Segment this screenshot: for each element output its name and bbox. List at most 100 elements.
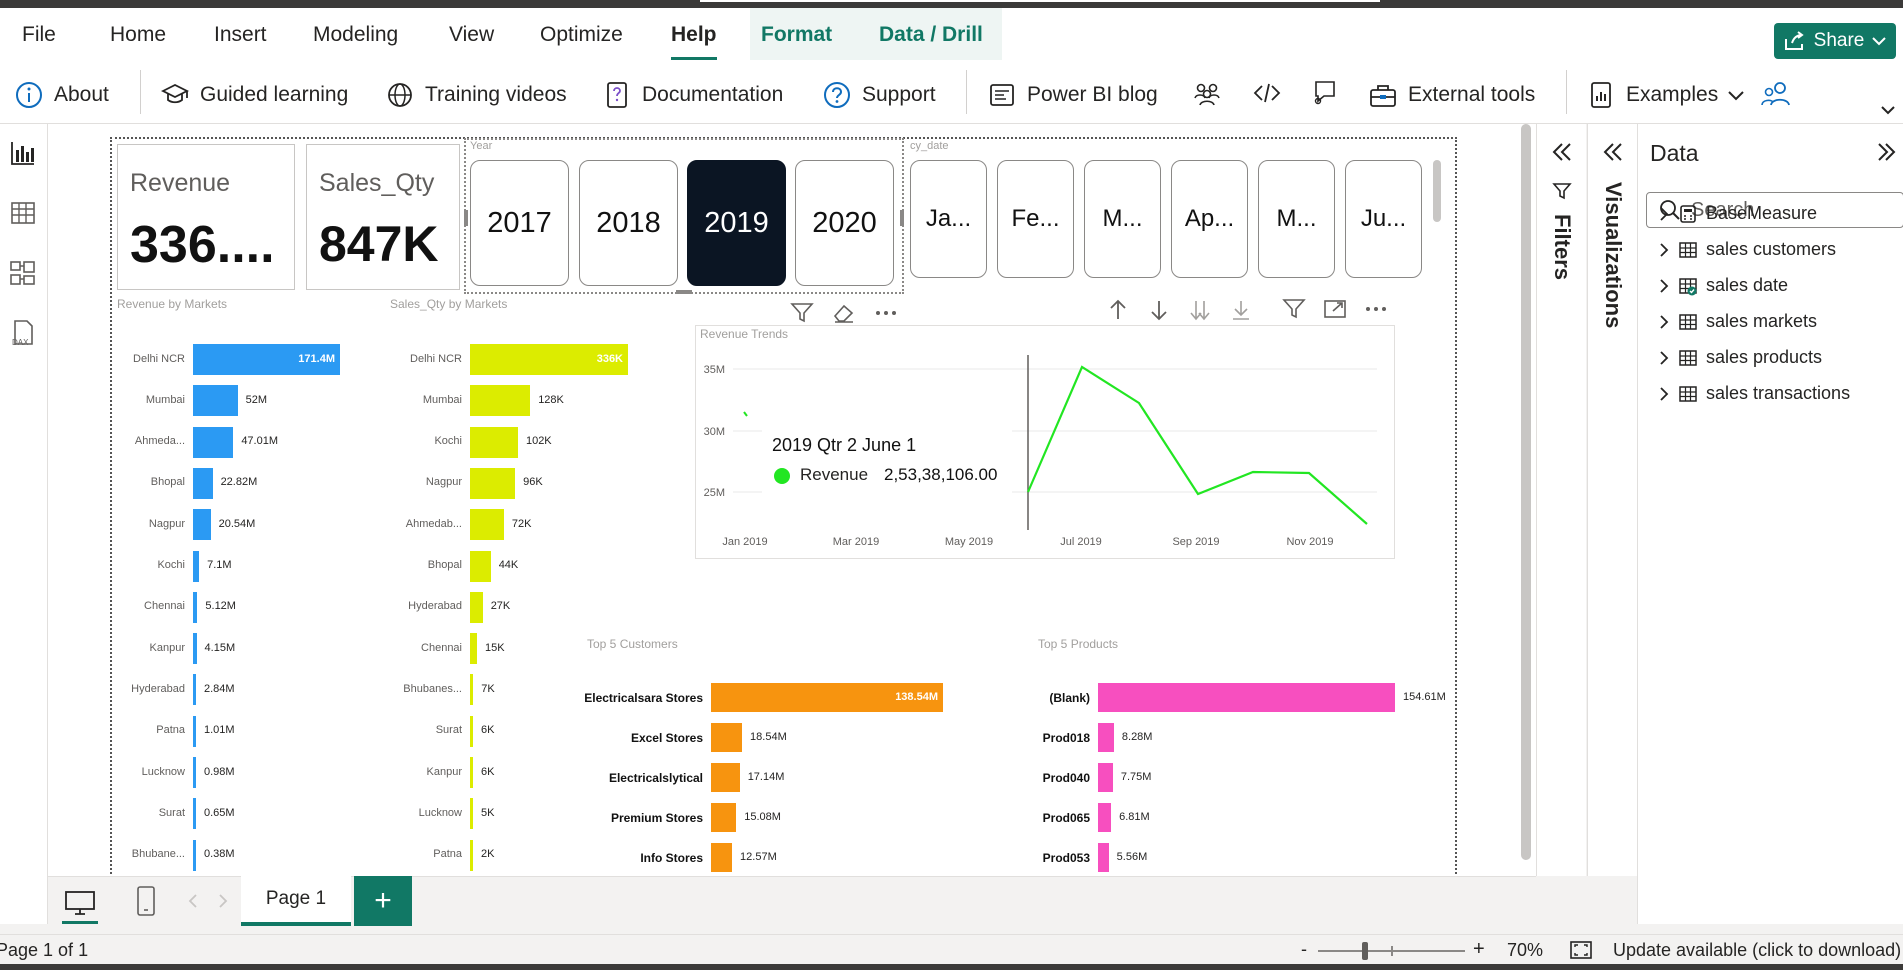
feedback-icon[interactable] [1310,78,1340,108]
menu-file[interactable]: File [22,23,56,47]
qty-market-bar[interactable] [470,467,516,499]
fit-to-page-icon[interactable] [1569,940,1593,960]
revenue-market-bar[interactable] [193,509,211,541]
model-view-icon[interactable] [8,258,38,288]
expand-pane-icon[interactable] [1550,142,1574,162]
product-bar[interactable] [1098,683,1395,712]
expand-hierarchy-icon[interactable] [1229,298,1253,322]
revenue-market-bar[interactable] [193,385,238,417]
year-2017-button[interactable]: 2017 [470,160,569,286]
qty-market-bar[interactable] [470,509,504,541]
chevron-right-icon[interactable] [1658,386,1670,402]
share-button[interactable]: Share [1774,23,1896,59]
zoom-in-button[interactable]: + [1473,938,1485,961]
add-page-button[interactable]: + [354,876,412,926]
qty-market-bar[interactable] [470,633,478,665]
year-2019-button[interactable]: 2019 [687,160,786,286]
qty-market-bar[interactable] [470,550,491,582]
month-button[interactable]: Ju... [1345,160,1422,278]
code-icon[interactable] [1252,78,1282,108]
qty-market-bar[interactable] [470,715,473,747]
menu-optimize[interactable]: Optimize [540,23,623,47]
chevron-right-icon[interactable] [1658,206,1670,222]
drill-down-icon[interactable] [1147,298,1171,322]
qty-market-bar[interactable] [470,591,483,623]
qty-market-bar[interactable] [470,798,473,830]
mobile-layout-icon[interactable] [136,885,156,917]
year-2018-button[interactable]: 2018 [579,160,678,286]
revenue-market-bar[interactable] [193,426,234,458]
zoom-out-button[interactable]: - [1301,939,1307,960]
month-button[interactable]: Ja... [910,160,987,278]
month-slicer-scrollbar[interactable] [1433,160,1441,222]
customer-bar[interactable] [711,803,737,832]
chevron-right-icon[interactable] [1658,278,1670,294]
revenue-market-bar[interactable] [193,467,213,499]
power-bi-blog-button[interactable]: Power BI blog [987,80,1158,110]
filter-icon[interactable] [790,302,814,324]
people-icon[interactable] [1760,78,1792,108]
menu-help[interactable]: Help [671,23,717,60]
revenue-market-bar[interactable] [193,798,196,830]
menu-modeling[interactable]: Modeling [313,23,398,47]
update-notice[interactable]: Update available (click to download) [1613,940,1901,961]
product-bar[interactable] [1098,763,1113,792]
collapse-pane-icon[interactable] [1875,142,1897,162]
training-videos-button[interactable]: Training videos [385,80,567,110]
menu-insert[interactable]: Insert [214,23,267,47]
product-bar[interactable] [1098,803,1112,832]
expand-all-down-icon[interactable] [1188,298,1212,322]
data-table-item[interactable]: sales products [1658,347,1822,368]
data-table-item[interactable]: sales customers [1658,239,1836,260]
resize-handle[interactable] [900,210,904,226]
zoom-slider-thumb[interactable] [1362,942,1368,960]
qty-market-bar[interactable] [470,757,473,788]
revenue-market-bar[interactable] [193,674,196,706]
eraser-icon[interactable] [832,302,856,324]
menu-data-drill[interactable]: Data / Drill [879,23,983,47]
filter-icon[interactable] [1282,298,1306,320]
qty-market-bar[interactable] [470,385,531,417]
qty-market-bar[interactable] [470,839,473,871]
report-view-icon[interactable] [8,138,38,168]
drill-up-icon[interactable] [1106,298,1130,322]
canvas-scrollbar[interactable] [1521,124,1531,862]
revenue-market-bar[interactable] [193,550,200,582]
chevron-right-icon[interactable] [1658,242,1670,258]
scrollbar-thumb[interactable] [1521,124,1531,860]
page-tab-1[interactable]: Page 1 [241,876,351,926]
desktop-layout-icon[interactable] [64,889,96,917]
documentation-button[interactable]: Documentation [602,80,783,110]
qty-market-bar[interactable] [470,674,474,706]
data-table-item[interactable]: sales markets [1658,311,1817,332]
sales-qty-card[interactable]: Sales_Qty 847K [306,144,460,290]
community-icon[interactable] [1192,78,1222,108]
chevron-right-icon[interactable] [1658,350,1670,366]
product-bar[interactable] [1098,843,1109,872]
revenue-market-bar[interactable] [193,591,198,623]
more-options-icon[interactable] [874,308,898,318]
customer-bar[interactable] [711,723,743,752]
product-bar[interactable] [1098,723,1114,752]
qty-market-bar[interactable] [470,426,518,458]
menu-view[interactable]: View [449,23,494,47]
about-button[interactable]: About [14,80,109,110]
chevron-right-icon[interactable] [1658,314,1670,330]
data-table-item[interactable]: sales transactions [1658,383,1850,404]
dax-query-view-icon[interactable]: DAX [8,318,38,348]
customer-bar[interactable] [711,843,733,872]
month-button[interactable]: Fe... [997,160,1074,278]
customer-bar[interactable] [711,763,740,792]
focus-mode-icon[interactable] [1323,298,1347,320]
menu-home[interactable]: Home [110,23,166,47]
next-page-icon[interactable] [216,893,230,909]
month-button[interactable]: M... [1084,160,1161,278]
support-button[interactable]: Support [822,80,936,110]
filters-pane[interactable]: Filters [1536,124,1586,876]
table-view-icon[interactable] [8,198,38,228]
revenue-market-bar[interactable] [193,757,196,788]
visualizations-pane[interactable]: Visualizations [1587,124,1637,876]
resize-handle[interactable] [676,290,692,294]
revenue-market-bar[interactable] [193,633,197,665]
month-button[interactable]: M... [1258,160,1335,278]
